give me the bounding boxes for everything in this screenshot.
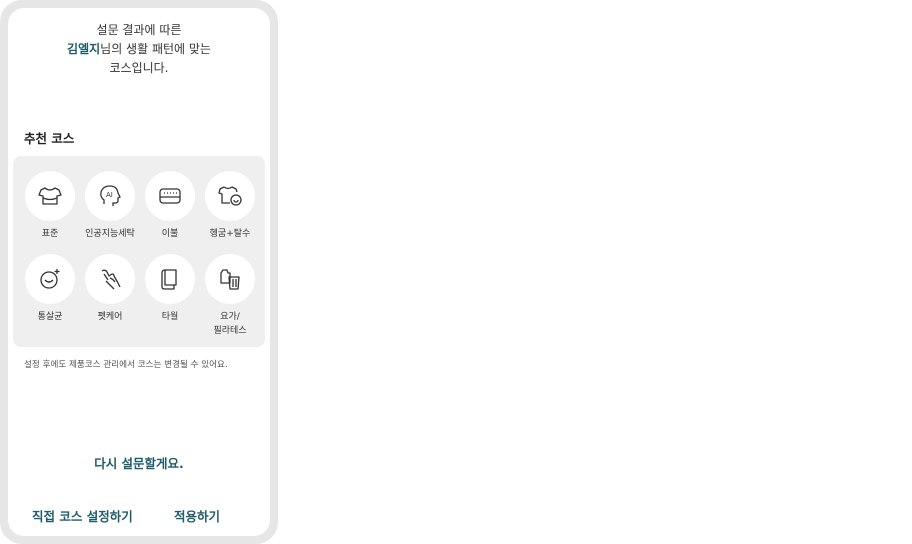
intro-line-2: 김엘지님의 생활 패턴에 맞는: [8, 40, 270, 59]
course-yoga-pilates[interactable]: 요가/ 필라테스: [199, 254, 261, 338]
course-rinse-spin[interactable]: 헹굼+탈수: [199, 171, 261, 241]
course-yoga-pilates-circle[interactable]: [205, 254, 255, 304]
course-standard-circle[interactable]: [25, 171, 75, 221]
app-screen: 설문 결과에 따른 김엘지님의 생활 패턴에 맞는 코스입니다. 추천 코스 표…: [8, 8, 270, 536]
retry-survey-button[interactable]: 다시 설문할게요.: [8, 453, 270, 472]
course-standard-label: 표준: [41, 229, 59, 239]
towel-icon: [161, 269, 177, 290]
course-rinse-spin-label: 헹굼+탈수: [209, 229, 251, 239]
course-tub-clean-label: 통살균: [37, 312, 63, 322]
course-towel[interactable]: 타월: [139, 254, 201, 324]
shirt-icon: [38, 187, 62, 205]
course-pet-care[interactable]: 펫케어: [79, 254, 141, 324]
blanket-icon: [159, 188, 181, 204]
course-ai-wash-label: 인공지능세탁: [85, 229, 135, 239]
course-blanket-circle[interactable]: [145, 171, 195, 221]
phone-frame: 설문 결과에 따른 김엘지님의 생활 패턴에 맞는 코스입니다. 추천 코스 표…: [0, 0, 278, 544]
course-blanket-label: 이불: [161, 229, 179, 239]
course-towel-label: 타월: [161, 312, 179, 322]
survey-result-intro: 설문 결과에 따른 김엘지님의 생활 패턴에 맞는 코스입니다.: [8, 21, 270, 78]
shirt-spin-icon: [218, 186, 242, 206]
course-tub-clean[interactable]: 통살균: [19, 254, 81, 324]
intro-line-3: 코스입니다.: [109, 61, 169, 75]
course-pet-care-label: 펫케어: [97, 312, 123, 322]
intro-line-1: 설문 결과에 따른: [96, 23, 182, 37]
course-blanket[interactable]: 이불: [139, 171, 201, 241]
yoga-wear-icon: [220, 269, 240, 290]
recommended-section-title: 추천 코스: [24, 131, 75, 146]
course-panel: 표준 AI 인공지능세탁 이불 헹굼+탈수 통살균 펫케어 타월 요가/ 필라테…: [13, 156, 265, 347]
course-pet-care-circle[interactable]: [85, 254, 135, 304]
ai-head-icon: AI: [100, 185, 121, 206]
manual-course-setting-button[interactable]: 직접 코스 설정하기: [32, 506, 133, 525]
svg-text:AI: AI: [106, 191, 113, 199]
course-rinse-spin-circle[interactable]: [205, 171, 255, 221]
course-tub-clean-circle[interactable]: [25, 254, 75, 304]
intro-line-2-suffix: 님의 생활 패턴에 맞는: [100, 42, 211, 56]
course-ai-wash[interactable]: AI 인공지능세탁: [79, 171, 141, 241]
course-change-note: 설정 후에도 제품코스 관리에서 코스는 변경될 수 있어요.: [24, 360, 228, 370]
course-towel-circle[interactable]: [145, 254, 195, 304]
tub-sparkle-icon: [40, 269, 60, 289]
pet-hand-icon: [101, 269, 121, 290]
apply-button[interactable]: 적용하기: [174, 506, 220, 525]
course-yoga-pilates-label: 요가/ 필라테스: [213, 312, 247, 336]
course-ai-wash-circle[interactable]: AI: [85, 171, 135, 221]
course-standard[interactable]: 표준: [19, 171, 81, 241]
user-name: 김엘지: [67, 42, 101, 56]
